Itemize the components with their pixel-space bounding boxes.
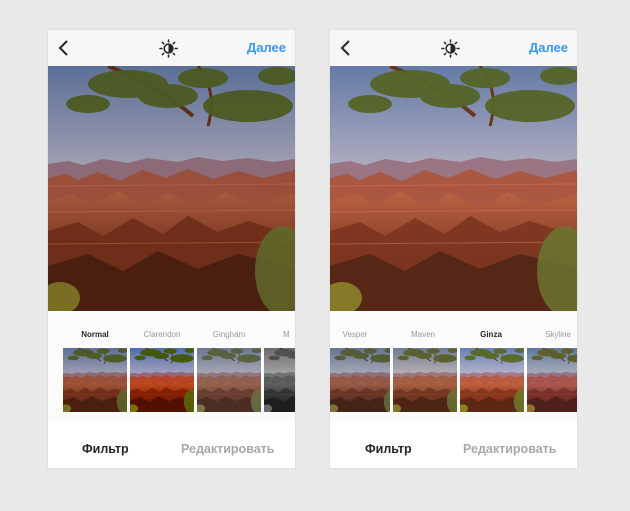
tab-filter[interactable]: Фильтр bbox=[82, 442, 129, 456]
filter-thumbnail-gingham[interactable] bbox=[197, 348, 261, 412]
filter-thumbnail-maven[interactable] bbox=[393, 348, 457, 412]
phone-screen-normal: Далее Normal Clarendon Gingham M Фильтр … bbox=[48, 30, 295, 468]
back-chevron-icon[interactable] bbox=[339, 39, 353, 57]
tab-filter[interactable]: Фильтр bbox=[365, 442, 412, 456]
brightness-icon[interactable] bbox=[159, 39, 178, 58]
filter-thumbnail-normal[interactable] bbox=[63, 348, 127, 412]
filter-strip[interactable]: Vesper Maven Ginza Skyline bbox=[330, 311, 577, 422]
filter-label-clarendon[interactable]: Clarendon bbox=[131, 330, 193, 339]
top-bar: Далее bbox=[48, 30, 295, 66]
filter-label-ginza[interactable]: Ginza bbox=[460, 330, 522, 339]
filter-thumbnail-vesper[interactable] bbox=[330, 348, 390, 412]
filter-label-partial[interactable]: M bbox=[283, 330, 295, 339]
photo-preview bbox=[48, 66, 295, 311]
filter-label-gingham[interactable]: Gingham bbox=[198, 330, 260, 339]
next-button[interactable]: Далее bbox=[529, 40, 568, 55]
tab-edit[interactable]: Редактировать bbox=[181, 442, 274, 456]
filter-label-normal[interactable]: Normal bbox=[64, 330, 126, 339]
tab-edit[interactable]: Редактировать bbox=[463, 442, 556, 456]
filter-label-maven[interactable]: Maven bbox=[392, 330, 454, 339]
filter-thumbnail-partial[interactable] bbox=[264, 348, 295, 412]
next-button[interactable]: Далее bbox=[247, 40, 286, 55]
filter-label-skyline[interactable]: Skyline bbox=[527, 330, 577, 339]
photo-preview bbox=[330, 66, 577, 311]
filter-thumbnail-ginza[interactable] bbox=[460, 348, 524, 412]
filter-label-vesper[interactable]: Vesper bbox=[330, 330, 386, 339]
filter-thumbnail-clarendon[interactable] bbox=[130, 348, 194, 412]
top-bar: Далее bbox=[330, 30, 577, 66]
phone-screen-ginza: Далее Vesper Maven Ginza Skyline Фильтр … bbox=[330, 30, 577, 468]
filter-thumbnail-skyline[interactable] bbox=[527, 348, 577, 412]
brightness-icon[interactable] bbox=[441, 39, 460, 58]
filter-strip[interactable]: Normal Clarendon Gingham M bbox=[48, 311, 295, 422]
back-chevron-icon[interactable] bbox=[57, 39, 71, 57]
